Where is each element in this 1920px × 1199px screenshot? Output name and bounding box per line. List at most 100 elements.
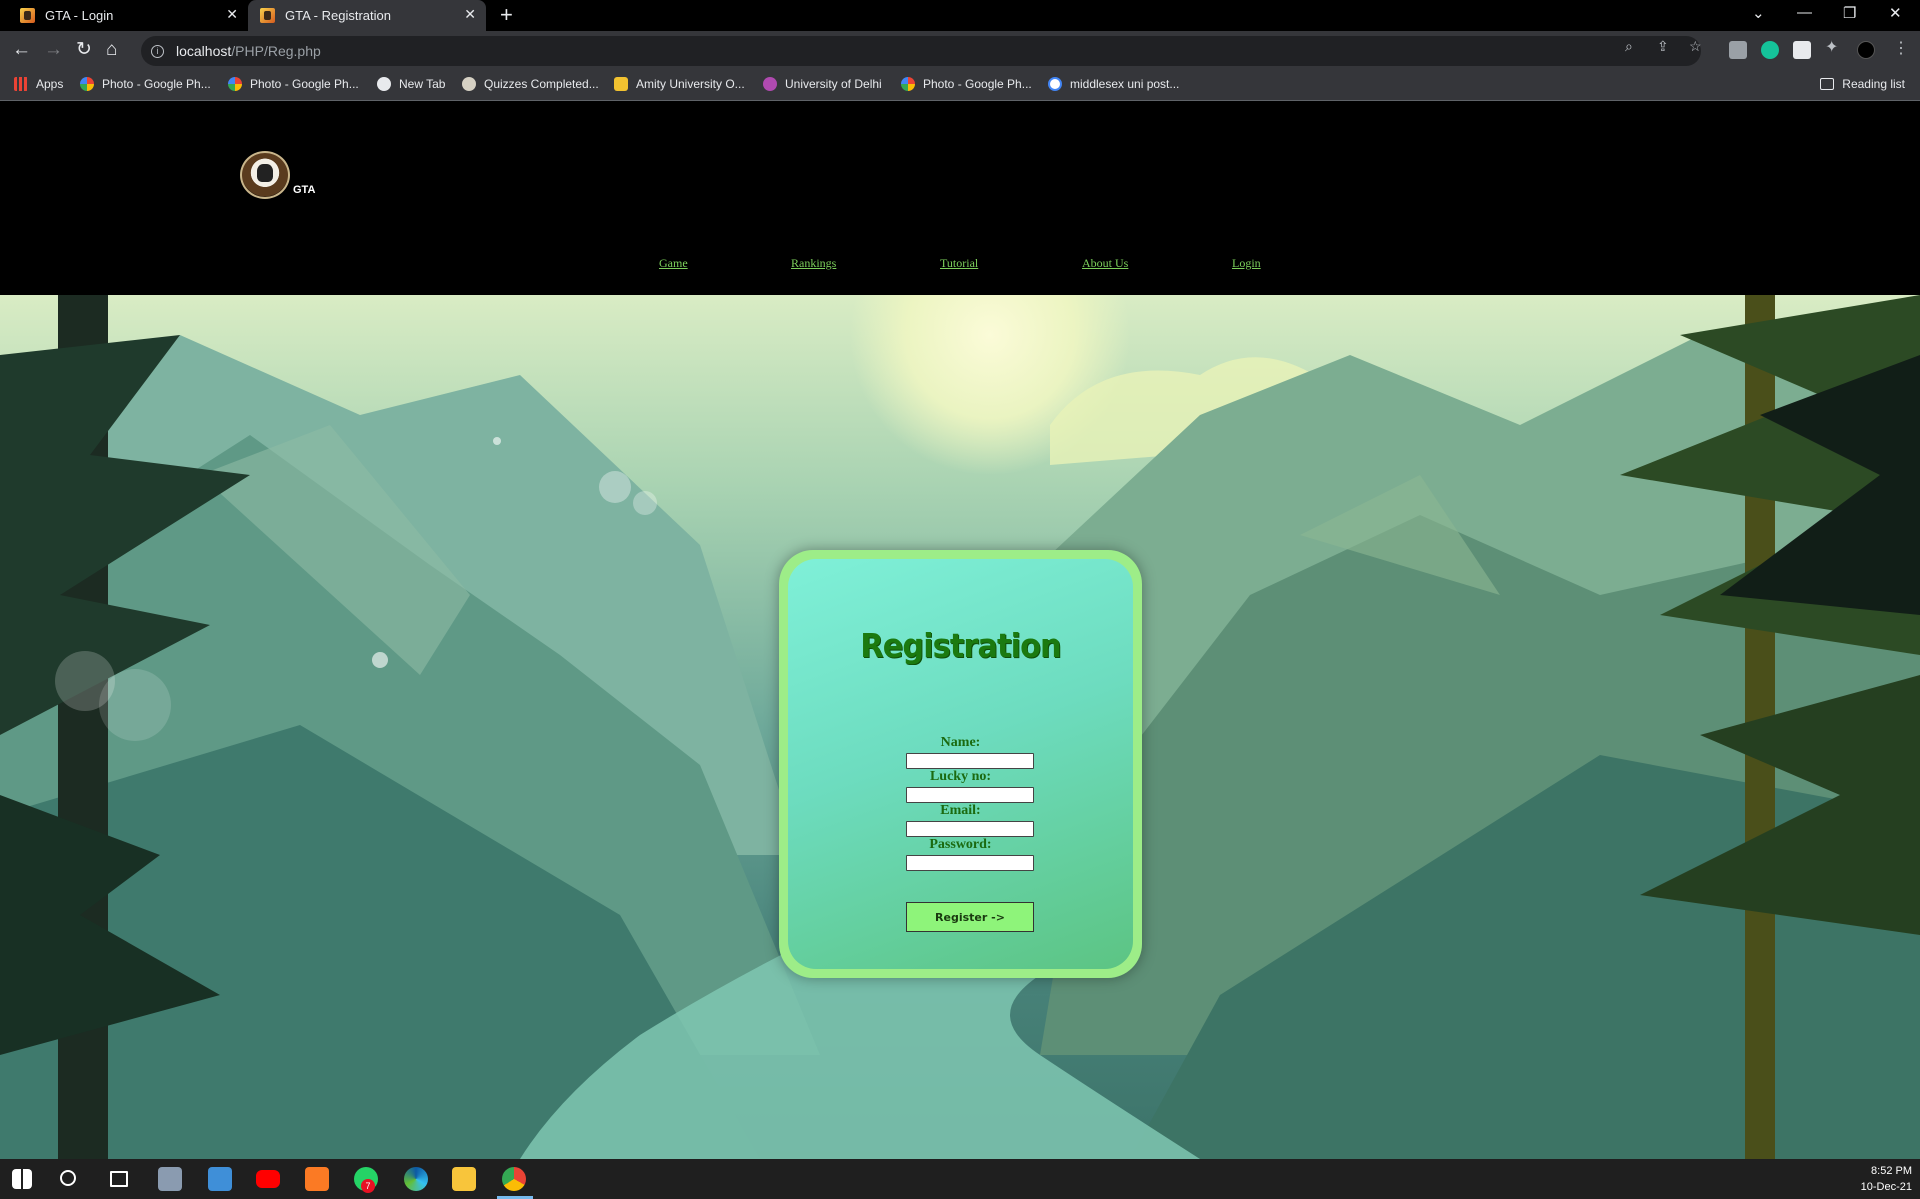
notification-badge: 7 [361,1179,375,1193]
site-info-icon[interactable]: i [151,44,164,58]
bookmark-label: New Tab [399,77,446,91]
amity-icon [614,77,628,91]
restore-icon[interactable]: ❐ [1843,4,1856,22]
gta-favicon-icon [20,8,35,23]
minimize-icon[interactable]: — [1797,4,1812,21]
system-clock[interactable]: 8:52 PM 10-Dec-21 [1861,1163,1912,1195]
site-header: GTA Game Rankings Tutorial About Us Logi… [0,101,1920,295]
light-bokeh [493,437,501,445]
bookmark-label: University of Delhi [785,77,882,91]
web-page: GTA Game Rankings Tutorial About Us Logi… [0,101,1920,1159]
close-window-icon[interactable]: ✕ [1889,4,1902,22]
google-photos-icon [80,77,94,91]
search-icon[interactable] [60,1170,76,1186]
bookmark-item[interactable]: New Tab [377,77,445,91]
bookmark-item[interactable]: Photo - Google Ph... [901,77,1032,91]
bookmark-item[interactable]: Photo - Google Ph... [228,77,359,91]
chrome-icon[interactable] [502,1167,526,1191]
email-input[interactable] [906,821,1034,837]
nav-link-login[interactable]: Login [1232,256,1261,271]
du-icon [763,77,777,91]
home-icon[interactable]: ⌂ [106,39,117,61]
bookmark-item[interactable]: University of Delhi [763,77,882,91]
lucky-no-label: Lucky no: [929,769,992,784]
globe-icon [377,77,391,91]
bookmark-label: Photo - Google Ph... [923,77,1032,91]
tab-strip: GTA - Login ✕ GTA - Registration ✕ + ⌄ —… [0,0,1920,31]
pinned-app-icon[interactable] [208,1167,232,1191]
clock-date: 10-Dec-21 [1860,1181,1912,1193]
name-input[interactable] [906,753,1034,769]
bookmark-star-icon[interactable]: ☆ [1689,38,1702,55]
name-label: Name: [940,735,981,750]
reading-list-icon [1820,78,1835,90]
bookmark-item[interactable]: Amity University O... [614,77,745,91]
bookmark-apps[interactable]: Apps [14,77,63,91]
google-photos-icon [228,77,242,91]
bookmark-label: Amity University O... [636,77,745,91]
bookmark-item[interactable]: Quizzes Completed... [462,77,599,91]
nav-link-tutorial[interactable]: Tutorial [940,256,978,271]
bookmark-label: Photo - Google Ph... [102,77,211,91]
logo-text: GTA [293,184,316,196]
password-input[interactable] [906,855,1034,871]
nav-link-rankings[interactable]: Rankings [791,256,836,271]
extensions-puzzle-icon[interactable]: ✦ [1825,37,1838,57]
edge-icon[interactable] [404,1167,428,1191]
url-host: localhost [176,43,232,59]
profile-avatar[interactable] [1857,41,1875,59]
back-icon[interactable]: ← [12,39,31,61]
bookmark-label: middlesex uni post... [1070,77,1180,91]
light-bokeh [372,652,388,668]
reading-list-button[interactable]: Reading list [1820,77,1905,91]
zoom-icon[interactable]: ⌕ [1625,38,1633,55]
bookmark-label: Apps [36,77,64,91]
close-tab-icon[interactable]: ✕ [226,6,238,23]
grammarly-icon[interactable] [1761,41,1779,59]
bookmarks-bar: Apps Photo - Google Ph... Photo - Google… [0,71,1920,101]
camera-app-icon[interactable] [158,1167,182,1191]
windows-taskbar: 7 8:52 PM 10-Dec-21 [0,1159,1920,1199]
url-path: /PHP/Reg.php [231,43,321,59]
nav-link-game[interactable]: Game [659,256,688,271]
tab-title: GTA - Registration [285,8,391,23]
xampp-icon[interactable] [305,1167,329,1191]
bookmark-label: Quizzes Completed... [484,77,599,91]
new-tab-button[interactable]: + [500,4,513,26]
share-icon[interactable]: ⇪ [1657,38,1669,55]
gta-logo[interactable] [240,151,290,199]
apps-grid-icon [14,77,28,91]
windows-start-icon[interactable] [12,1169,32,1189]
forward-icon[interactable]: → [44,39,63,61]
bookmark-label: Photo - Google Ph... [250,77,359,91]
task-view-icon[interactable] [110,1171,128,1187]
lucky-no-input[interactable] [906,787,1034,803]
registration-title: Registration [860,626,1061,665]
tab-login[interactable]: GTA - Login ✕ [0,0,248,31]
email-label: Email: [940,803,981,818]
extension-icon[interactable] [1793,41,1811,59]
file-explorer-icon[interactable] [452,1167,476,1191]
nav-link-about-us[interactable]: About Us [1082,256,1128,271]
bookmark-item[interactable]: Photo - Google Ph... [80,77,211,91]
registration-card: Registration Name: Lucky no: Email: Pass… [779,550,1142,978]
registration-form: Registration Name: Lucky no: Email: Pass… [788,559,1133,969]
tab-registration[interactable]: GTA - Registration ✕ [248,0,486,31]
register-button[interactable]: Register -> [906,902,1034,932]
gta-favicon-icon [260,8,275,23]
bookmark-item[interactable]: middlesex uni post... [1048,77,1179,91]
reading-list-label: Reading list [1842,77,1905,91]
browser-toolbar: ← → ↻ ⌂ i localhost/PHP/Reg.php ⌕ ⇪ ☆ ✦ … [0,31,1920,71]
menu-kebab-icon[interactable]: ⋮ [1893,38,1909,58]
close-tab-icon[interactable]: ✕ [464,6,476,23]
light-bokeh [599,471,631,503]
reload-icon[interactable]: ↻ [76,39,92,61]
quiz-icon [462,77,476,91]
address-bar[interactable]: i localhost/PHP/Reg.php [141,36,1701,66]
password-label: Password: [929,837,992,852]
google-icon [1048,77,1062,91]
extension-icon[interactable] [1729,41,1747,59]
light-bokeh [99,669,171,741]
tab-search-icon[interactable]: ⌄ [1752,4,1765,22]
youtube-icon[interactable] [256,1170,280,1188]
